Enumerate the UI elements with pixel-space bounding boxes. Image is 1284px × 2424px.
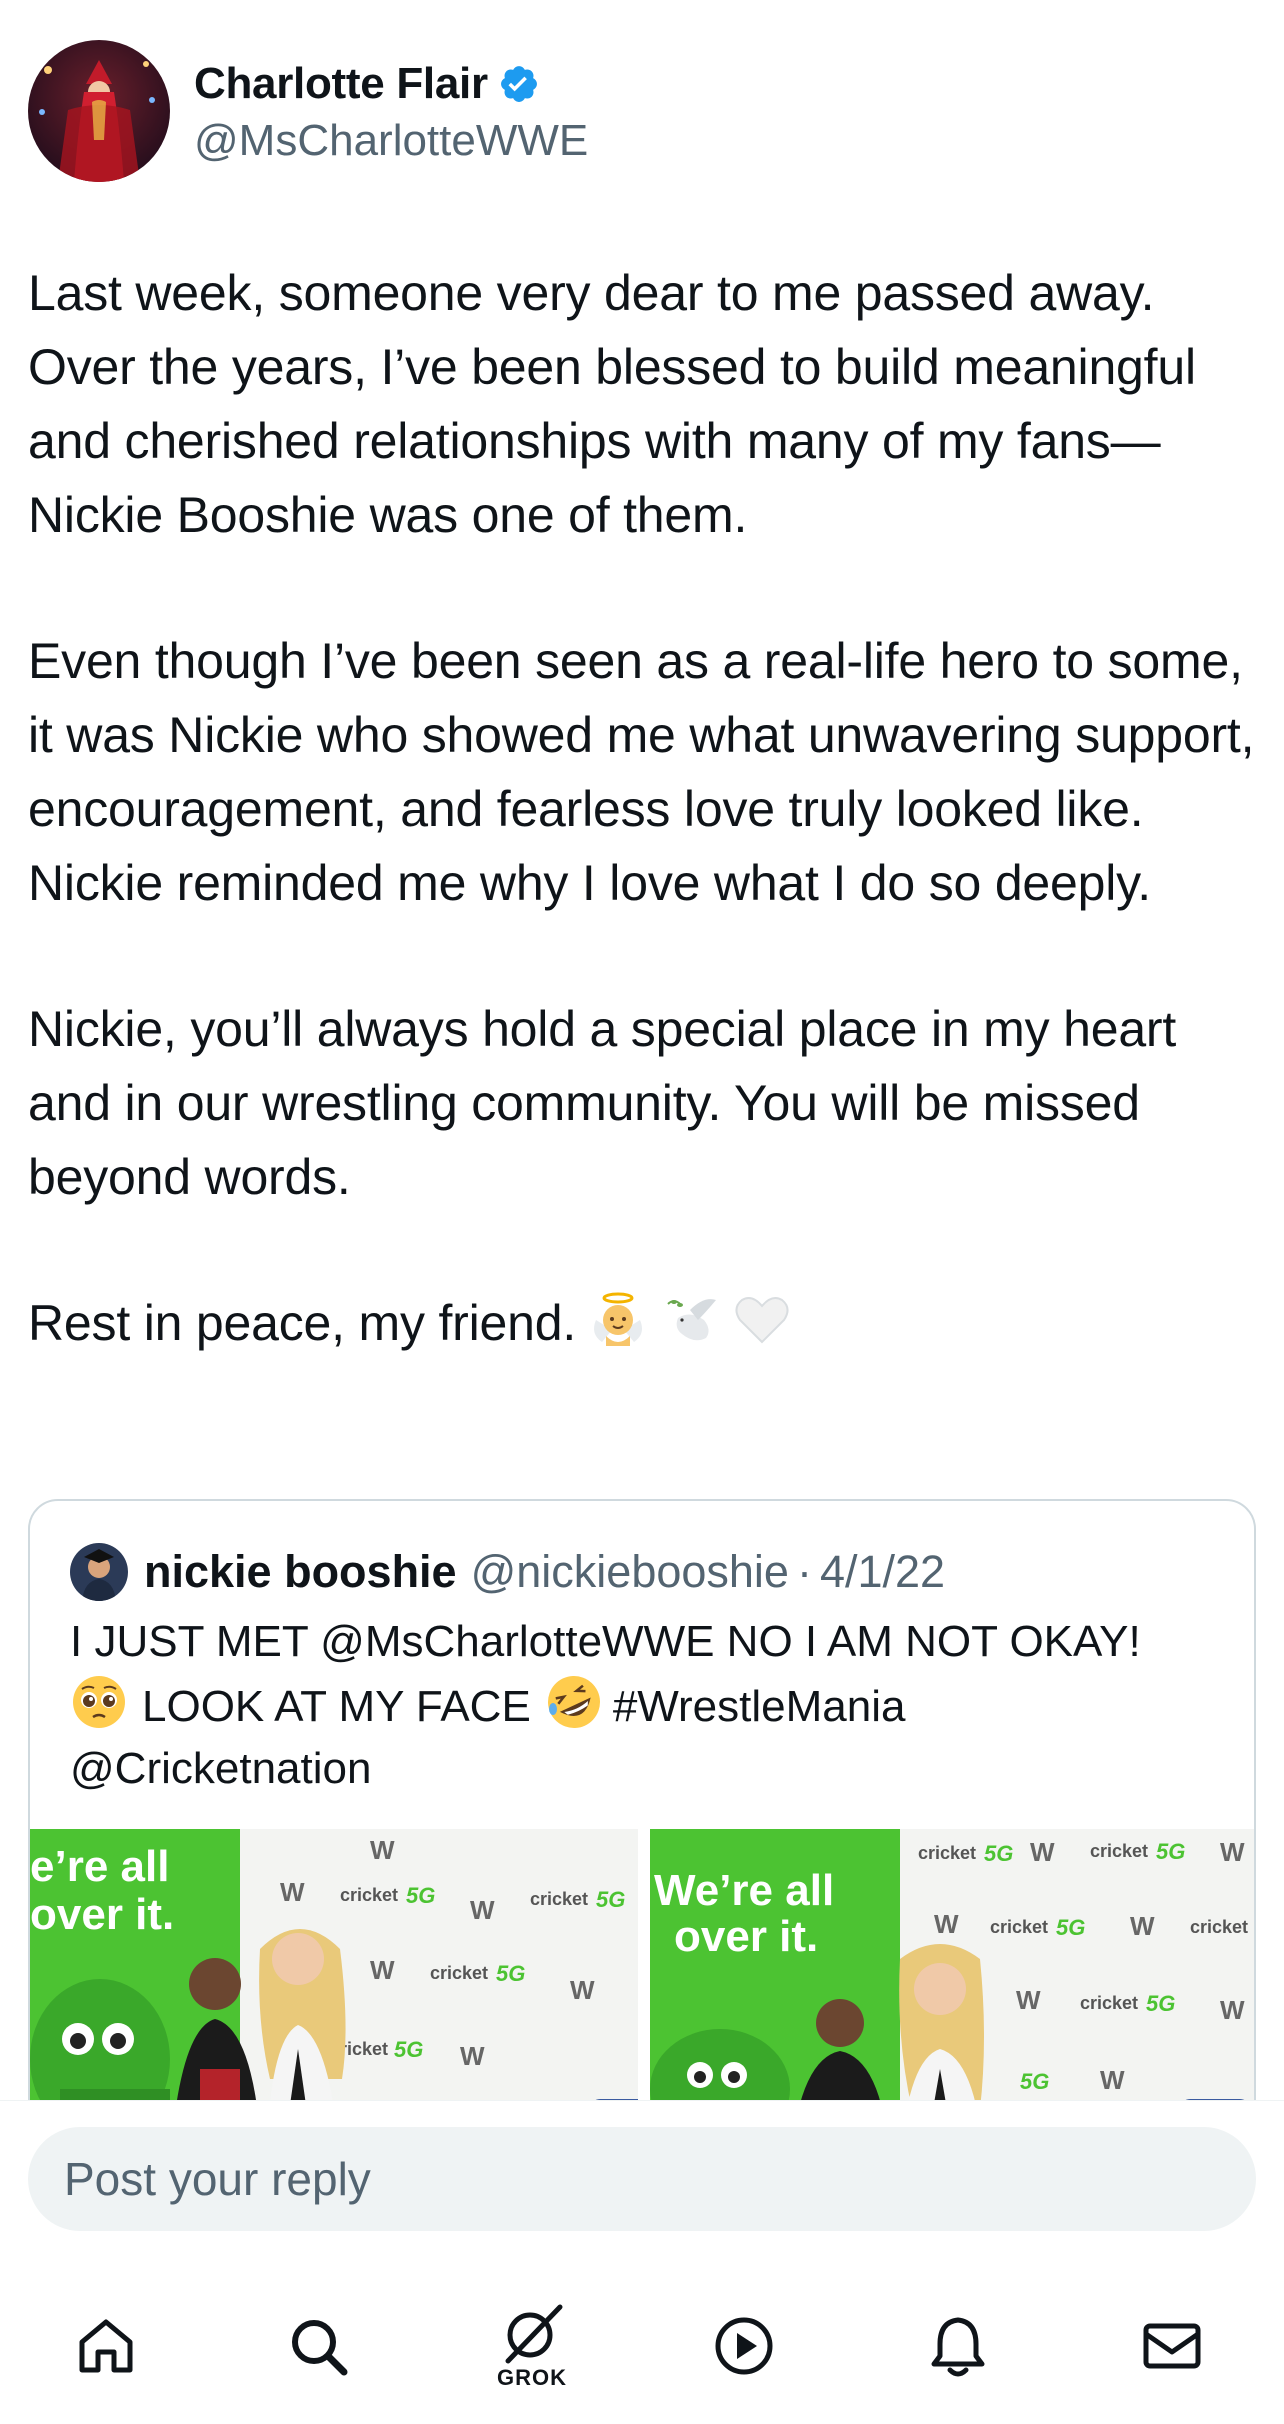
nav-search[interactable] bbox=[268, 2296, 368, 2396]
tweet-header: Charlotte Flair @MsCharlotteWWE bbox=[28, 38, 1256, 183]
svg-text:W: W bbox=[470, 1895, 495, 1925]
search-icon bbox=[292, 2320, 348, 2376]
cricketnation-mention-link[interactable]: @Cricketnation bbox=[70, 1738, 1230, 1800]
quoted-line-1: I JUST MET @MsCharlotteWWE NO I AM NOT O… bbox=[70, 1617, 1141, 1666]
svg-text:W: W bbox=[1220, 1837, 1245, 1867]
author-avatar[interactable] bbox=[28, 40, 170, 182]
wrestlemania-hashtag-link[interactable]: #WrestleMania bbox=[613, 1682, 906, 1731]
author-name-row[interactable]: Charlotte Flair bbox=[194, 54, 540, 114]
svg-text:cricket: cricket bbox=[1190, 1917, 1248, 1937]
quoted-line-2-text: LOOK AT MY FACE bbox=[142, 1682, 531, 1731]
svg-text:W: W bbox=[1220, 1995, 1245, 2025]
closing-text: Rest in peace, my friend. bbox=[28, 1295, 577, 1351]
photo2-banner-line1: We’re all bbox=[654, 1866, 834, 1915]
play-circle-icon bbox=[715, 2317, 773, 2375]
quoted-display-name: nickie booshie bbox=[144, 1546, 457, 1597]
svg-text:W: W bbox=[460, 2041, 485, 2071]
svg-text:cricket: cricket bbox=[430, 1963, 488, 1983]
svg-text:cricket: cricket bbox=[530, 1889, 588, 1909]
svg-text:5G: 5G bbox=[1146, 1991, 1175, 2016]
svg-text:5G: 5G bbox=[1156, 1839, 1185, 1864]
tweet-text: Last week, someone very dear to me passe… bbox=[28, 256, 1268, 1360]
svg-text:W: W bbox=[1016, 1985, 1041, 2015]
rofl-emoji-icon bbox=[547, 1676, 600, 1728]
bell-icon bbox=[931, 2317, 985, 2377]
tweet-paragraph: Nickie, you’ll always hold a special pla… bbox=[28, 1001, 1177, 1205]
quoted-tweet-header: nickie booshie @nickiebooshie · 4/1/22 bbox=[70, 1543, 945, 1601]
quoted-author-avatar bbox=[70, 1543, 128, 1601]
nav-home[interactable] bbox=[56, 2296, 156, 2396]
dove-emoji-icon bbox=[667, 1299, 717, 1341]
svg-text:5G: 5G bbox=[984, 1841, 1013, 1866]
svg-text:W: W bbox=[1030, 1837, 1055, 1867]
photo1-banner-line1: e’re all bbox=[30, 1842, 169, 1891]
svg-text:cricket: cricket bbox=[990, 1917, 1048, 1937]
svg-text:5G: 5G bbox=[1020, 2069, 1049, 2094]
svg-text:W: W bbox=[280, 1877, 305, 1907]
svg-text:cricket: cricket bbox=[1080, 1993, 1138, 2013]
quoted-separator: · bbox=[796, 1546, 812, 1597]
nav-notifications[interactable] bbox=[908, 2296, 1008, 2396]
author-display-name[interactable]: Charlotte Flair bbox=[194, 59, 488, 109]
tweet-paragraph-closing: Rest in peace, my friend. bbox=[28, 1286, 1268, 1360]
svg-text:cricket: cricket bbox=[1090, 1841, 1148, 1861]
svg-text:W: W bbox=[370, 1835, 395, 1865]
svg-text:5G: 5G bbox=[394, 2037, 423, 2062]
verified-badge-icon bbox=[500, 66, 537, 102]
photo1-banner-line2: over it. bbox=[30, 1890, 174, 1939]
svg-text:cricket: cricket bbox=[340, 1885, 398, 1905]
envelope-icon bbox=[1143, 2323, 1201, 2369]
author-handle[interactable]: @MsCharlotteWWE bbox=[194, 116, 588, 166]
grok-icon bbox=[505, 2304, 563, 2364]
svg-text:W: W bbox=[934, 1909, 959, 1939]
quoted-tweet-card[interactable]: nickie booshie @nickiebooshie · 4/1/22 I… bbox=[28, 1499, 1256, 2159]
tweet-paragraph: Last week, someone very dear to me passe… bbox=[28, 265, 1196, 543]
quoted-tweet-text: I JUST MET @MsCharlotteWWE NO I AM NOT O… bbox=[70, 1611, 1230, 1800]
quoted-handle: @nickiebooshie bbox=[470, 1546, 789, 1597]
white-heart-emoji-icon bbox=[735, 1297, 789, 1344]
svg-text:cricket: cricket bbox=[918, 1843, 976, 1863]
svg-text:5G: 5G bbox=[406, 1883, 435, 1908]
svg-text:5G: 5G bbox=[596, 1887, 625, 1912]
reply-input[interactable] bbox=[28, 2127, 1256, 2231]
baby-angel-emoji-icon bbox=[594, 1292, 643, 1346]
bottom-navigation: GROK bbox=[0, 2260, 1284, 2424]
svg-text:W: W bbox=[1100, 2065, 1125, 2095]
nav-grok[interactable]: GROK bbox=[482, 2296, 582, 2396]
home-icon bbox=[79, 2319, 133, 2373]
quoted-date: 4/1/22 bbox=[819, 1546, 946, 1597]
grok-label: GROK bbox=[497, 2365, 567, 2390]
photo2-banner-line2: over it. bbox=[674, 1912, 818, 1961]
svg-text:5G: 5G bbox=[1056, 1915, 1085, 1940]
pleading-face-emoji-icon bbox=[73, 1676, 125, 1728]
svg-text:W: W bbox=[570, 1975, 595, 2005]
nav-video[interactable] bbox=[694, 2296, 794, 2396]
svg-text:W: W bbox=[370, 1955, 395, 1985]
svg-text:W: W bbox=[1130, 1911, 1155, 1941]
tweet-paragraph: Even though I’ve been seen as a real-lif… bbox=[28, 633, 1255, 911]
svg-text:5G: 5G bbox=[496, 1961, 525, 1986]
quoted-line-2: LOOK AT MY FACE #WrestleMania bbox=[70, 1673, 1230, 1738]
nav-messages[interactable] bbox=[1122, 2296, 1222, 2396]
